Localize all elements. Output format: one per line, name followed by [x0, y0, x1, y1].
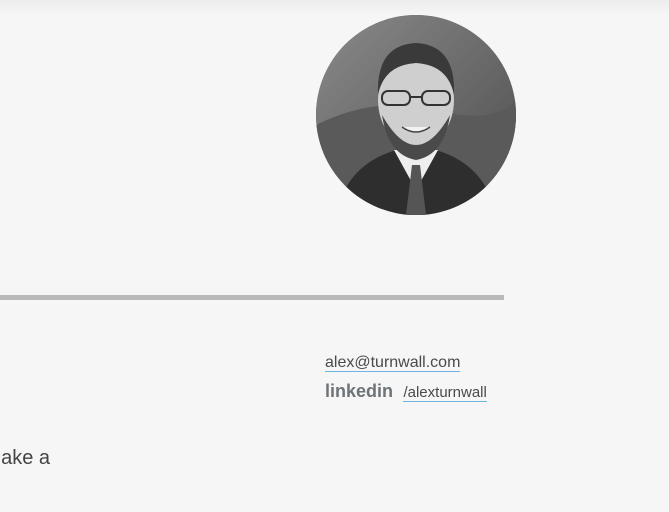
section-divider: [0, 295, 504, 300]
header-shadow: [0, 0, 669, 16]
contact-block: alex@turnwall.com linkedin /alexturnwall: [325, 354, 525, 402]
bio-line-2: r.: [0, 474, 50, 506]
bio-text: nake a r.: [0, 442, 50, 506]
linkedin-link[interactable]: /alexturnwall: [403, 384, 487, 402]
portrait-illustration: [316, 15, 516, 215]
linkedin-label: linkedin: [325, 381, 394, 401]
page: alex@turnwall.com linkedin /alexturnwall…: [0, 0, 669, 512]
email-link[interactable]: alex@turnwall.com: [325, 354, 461, 372]
bio-line-1: nake a: [0, 447, 51, 469]
linkedin-row: linkedin /alexturnwall: [325, 381, 525, 402]
profile-photo: [316, 15, 516, 215]
